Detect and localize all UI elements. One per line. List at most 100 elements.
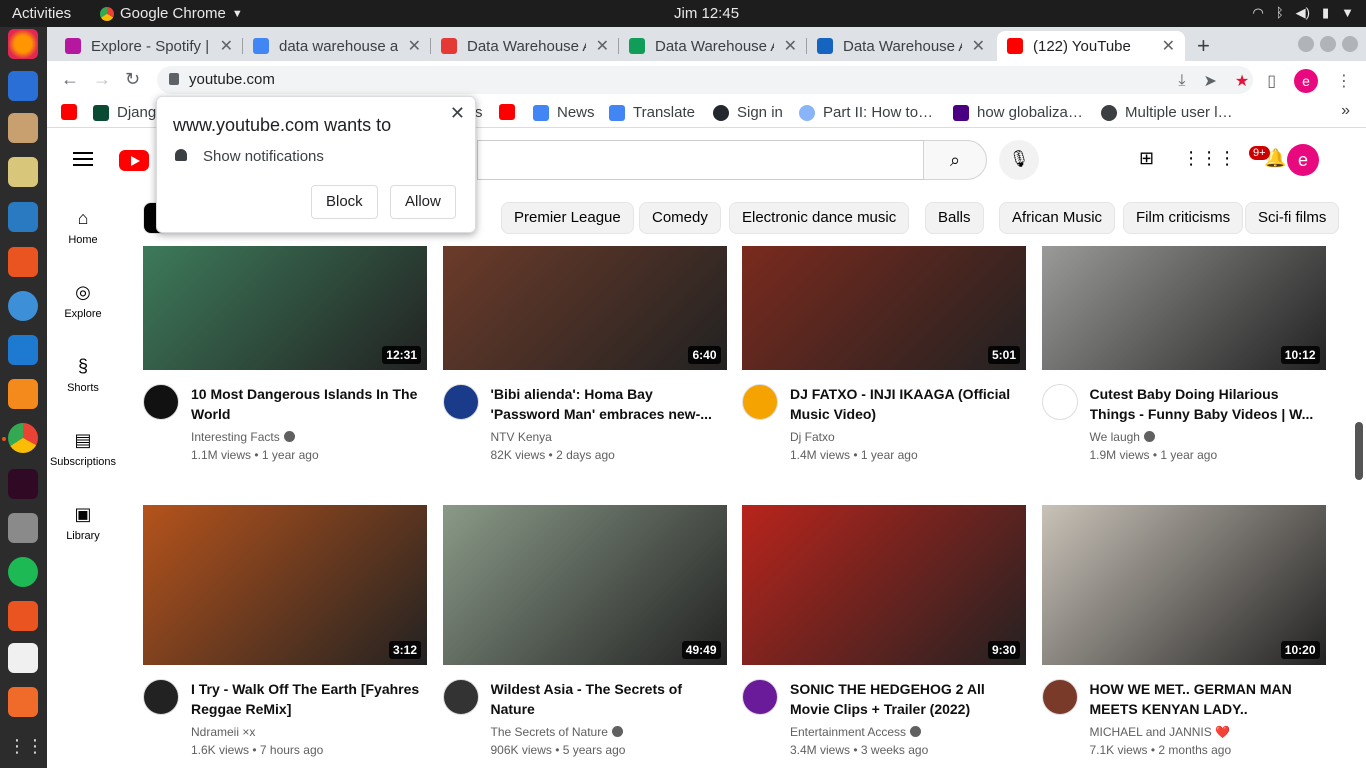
guide-item-library[interactable]: ▣ Library xyxy=(47,504,119,542)
close-window-button[interactable] xyxy=(1342,36,1358,52)
thunderbird-icon[interactable] xyxy=(8,71,38,101)
tab[interactable]: Data Warehouse A ✕ xyxy=(431,31,619,61)
video-title[interactable]: SONIC THE HEDGEHOG 2 All Movie Clips + T… xyxy=(790,679,1020,719)
clock[interactable]: Jim 12:45 xyxy=(674,5,739,22)
channel-name[interactable]: The Secrets of Nature xyxy=(491,725,608,739)
close-icon[interactable]: ✕ xyxy=(596,36,609,56)
video-title[interactable]: 'Bibi alienda': Homa Bay 'Password Man' … xyxy=(491,384,721,424)
bookmark-django[interactable]: Djang xyxy=(93,104,156,121)
close-icon[interactable]: ✕ xyxy=(972,36,985,56)
spotify-icon[interactable] xyxy=(8,557,38,587)
tab[interactable]: Data Warehouse A ✕ xyxy=(807,31,995,61)
app-menu[interactable]: Google Chrome ▼ xyxy=(100,5,243,22)
video-card[interactable]: 6:40 'Bibi alienda': Homa Bay 'Password M… xyxy=(442,246,727,480)
search-button[interactable]: ⌕ xyxy=(923,140,987,180)
channel-name[interactable]: Interesting Facts xyxy=(191,430,280,444)
channel-name[interactable]: NTV Kenya xyxy=(491,430,552,444)
chip-balls[interactable]: Balls xyxy=(925,202,984,234)
video-card[interactable]: 3:12 I Try - Walk Off The Earth [Fyahres … xyxy=(143,505,427,768)
video-title[interactable]: I Try - Walk Off The Earth [Fyahres Regg… xyxy=(191,679,421,719)
software-icon[interactable] xyxy=(8,247,38,277)
bookmark-youtube-2[interactable] xyxy=(499,104,515,120)
sublime-icon[interactable] xyxy=(8,379,38,409)
activities-button[interactable]: Activities xyxy=(12,5,71,22)
video-title[interactable]: HOW WE MET.. GERMAN MAN MEETS KENYAN LAD… xyxy=(1090,679,1320,719)
tab[interactable]: Explore - Spotify | ✕ xyxy=(55,31,243,61)
terminal-icon[interactable] xyxy=(8,469,38,499)
video-title[interactable]: Wildest Asia - The Secrets of Nature xyxy=(491,679,721,719)
video-thumbnail[interactable]: 12:31 xyxy=(143,246,427,370)
search-input[interactable] xyxy=(477,140,924,180)
channel-avatar[interactable] xyxy=(742,384,778,420)
profile-avatar[interactable]: e xyxy=(1294,69,1318,93)
bookmark-signin[interactable]: Sign in xyxy=(713,104,783,121)
send-icon[interactable]: ➤ xyxy=(1203,71,1216,91)
show-apps-icon[interactable]: ⋮⋮⋮ xyxy=(8,731,62,761)
address-bar[interactable]: youtube.com xyxy=(157,66,1253,94)
channel-name[interactable]: Entertainment Access xyxy=(790,725,906,739)
tab[interactable]: Data Warehouse A ✕ xyxy=(619,31,807,61)
channel-avatar[interactable] xyxy=(442,384,479,420)
video-thumbnail[interactable]: 5:01 xyxy=(742,246,1026,370)
bookmark-translate[interactable]: Translate xyxy=(609,104,695,121)
chip-sci-fi-films[interactable]: Sci-fi films xyxy=(1245,202,1340,234)
scrollbar-thumb[interactable] xyxy=(1355,422,1363,480)
video-title[interactable]: DJ FATXO - INJI IKAAGA (Official Music V… xyxy=(790,384,1020,424)
maximize-button[interactable] xyxy=(1320,36,1336,52)
video-thumbnail[interactable]: 49:49 xyxy=(442,505,727,665)
allow-button[interactable]: Allow xyxy=(390,185,456,219)
chip-premier-league[interactable]: Premier League xyxy=(501,202,634,234)
video-card[interactable]: 12:31 10 Most Dangerous Islands In The Wo… xyxy=(143,246,427,480)
chip-comedy[interactable]: Comedy xyxy=(639,202,721,234)
video-thumbnail[interactable]: 6:40 xyxy=(442,246,727,370)
guide-item-shorts[interactable]: § Shorts xyxy=(47,356,119,394)
tab-youtube-active[interactable]: (122) YouTube ✕ xyxy=(997,31,1185,61)
block-button[interactable]: Block xyxy=(311,185,378,219)
video-title[interactable]: 10 Most Dangerous Islands In The World xyxy=(191,384,421,424)
chip-electronic-dance-music[interactable]: Electronic dance music xyxy=(729,202,910,234)
back-button[interactable]: ← xyxy=(61,69,79,90)
lock-icon[interactable] xyxy=(169,73,179,85)
close-icon[interactable]: ✕ xyxy=(1162,36,1175,56)
bookmark-item[interactable]: s xyxy=(475,104,483,121)
bookmark-globalization[interactable]: how globaliza… xyxy=(953,104,1083,121)
channel-name[interactable]: MICHAEL and JANNIS ❤️ xyxy=(1090,725,1231,739)
close-icon[interactable]: ✕ xyxy=(408,36,421,56)
video-card[interactable]: 49:49 Wildest Asia - The Secrets of Natur… xyxy=(442,505,727,768)
channel-avatar[interactable] xyxy=(1041,384,1078,420)
writer-icon[interactable] xyxy=(8,202,38,232)
forward-button[interactable]: → xyxy=(93,69,111,90)
tab[interactable]: data warehouse a ✕ xyxy=(243,31,431,61)
rhythmbox-icon[interactable] xyxy=(8,157,38,187)
close-icon[interactable]: ✕ xyxy=(784,36,797,56)
chrome-icon[interactable] xyxy=(8,423,38,453)
screenshot-icon[interactable] xyxy=(8,601,38,631)
url-text[interactable]: youtube.com xyxy=(189,71,275,88)
channel-name[interactable]: Dj Fatxo xyxy=(790,430,835,444)
video-card[interactable]: 10:20 HOW WE MET.. GERMAN MAN MEETS KENYA… xyxy=(1041,505,1326,768)
system-tray[interactable]: ◠ ᛒ ◀) ▮ ▼ xyxy=(1252,5,1354,21)
bookmark-multiple-user[interactable]: Multiple user l… xyxy=(1101,104,1233,121)
bookmark-part-two[interactable]: Part II: How to… xyxy=(799,104,933,121)
firefox-icon[interactable] xyxy=(8,29,38,59)
help-icon[interactable] xyxy=(8,291,38,321)
bookmark-news[interactable]: News xyxy=(533,104,595,121)
chip-african-music[interactable]: African Music xyxy=(999,202,1116,234)
channel-avatar[interactable] xyxy=(143,384,179,420)
chip-film-criticisms[interactable]: Film criticisms xyxy=(1123,202,1244,234)
channel-avatar[interactable] xyxy=(1041,679,1078,715)
menu-icon[interactable]: ⋮ xyxy=(1336,71,1352,91)
channel-name[interactable]: Ndrameii ×x xyxy=(191,725,255,739)
bookmark-youtube[interactable] xyxy=(61,104,77,120)
new-tab-button[interactable]: + xyxy=(1197,33,1210,59)
minimize-button[interactable] xyxy=(1298,36,1314,52)
more-bookmarks-icon[interactable]: » xyxy=(1341,102,1350,120)
video-thumbnail[interactable]: 3:12 xyxy=(143,505,427,665)
guide-item-subscriptions[interactable]: ▤ Subscriptions xyxy=(47,430,119,468)
video-title[interactable]: Cutest Baby Doing Hilarious Things - Fun… xyxy=(1090,384,1320,424)
settings-icon[interactable] xyxy=(8,513,38,543)
youtube-logo[interactable] xyxy=(119,150,149,171)
account-avatar[interactable]: e xyxy=(1287,144,1319,176)
create-video-icon[interactable]: ⊞ xyxy=(1139,148,1154,169)
channel-name[interactable]: We laugh xyxy=(1090,430,1140,444)
